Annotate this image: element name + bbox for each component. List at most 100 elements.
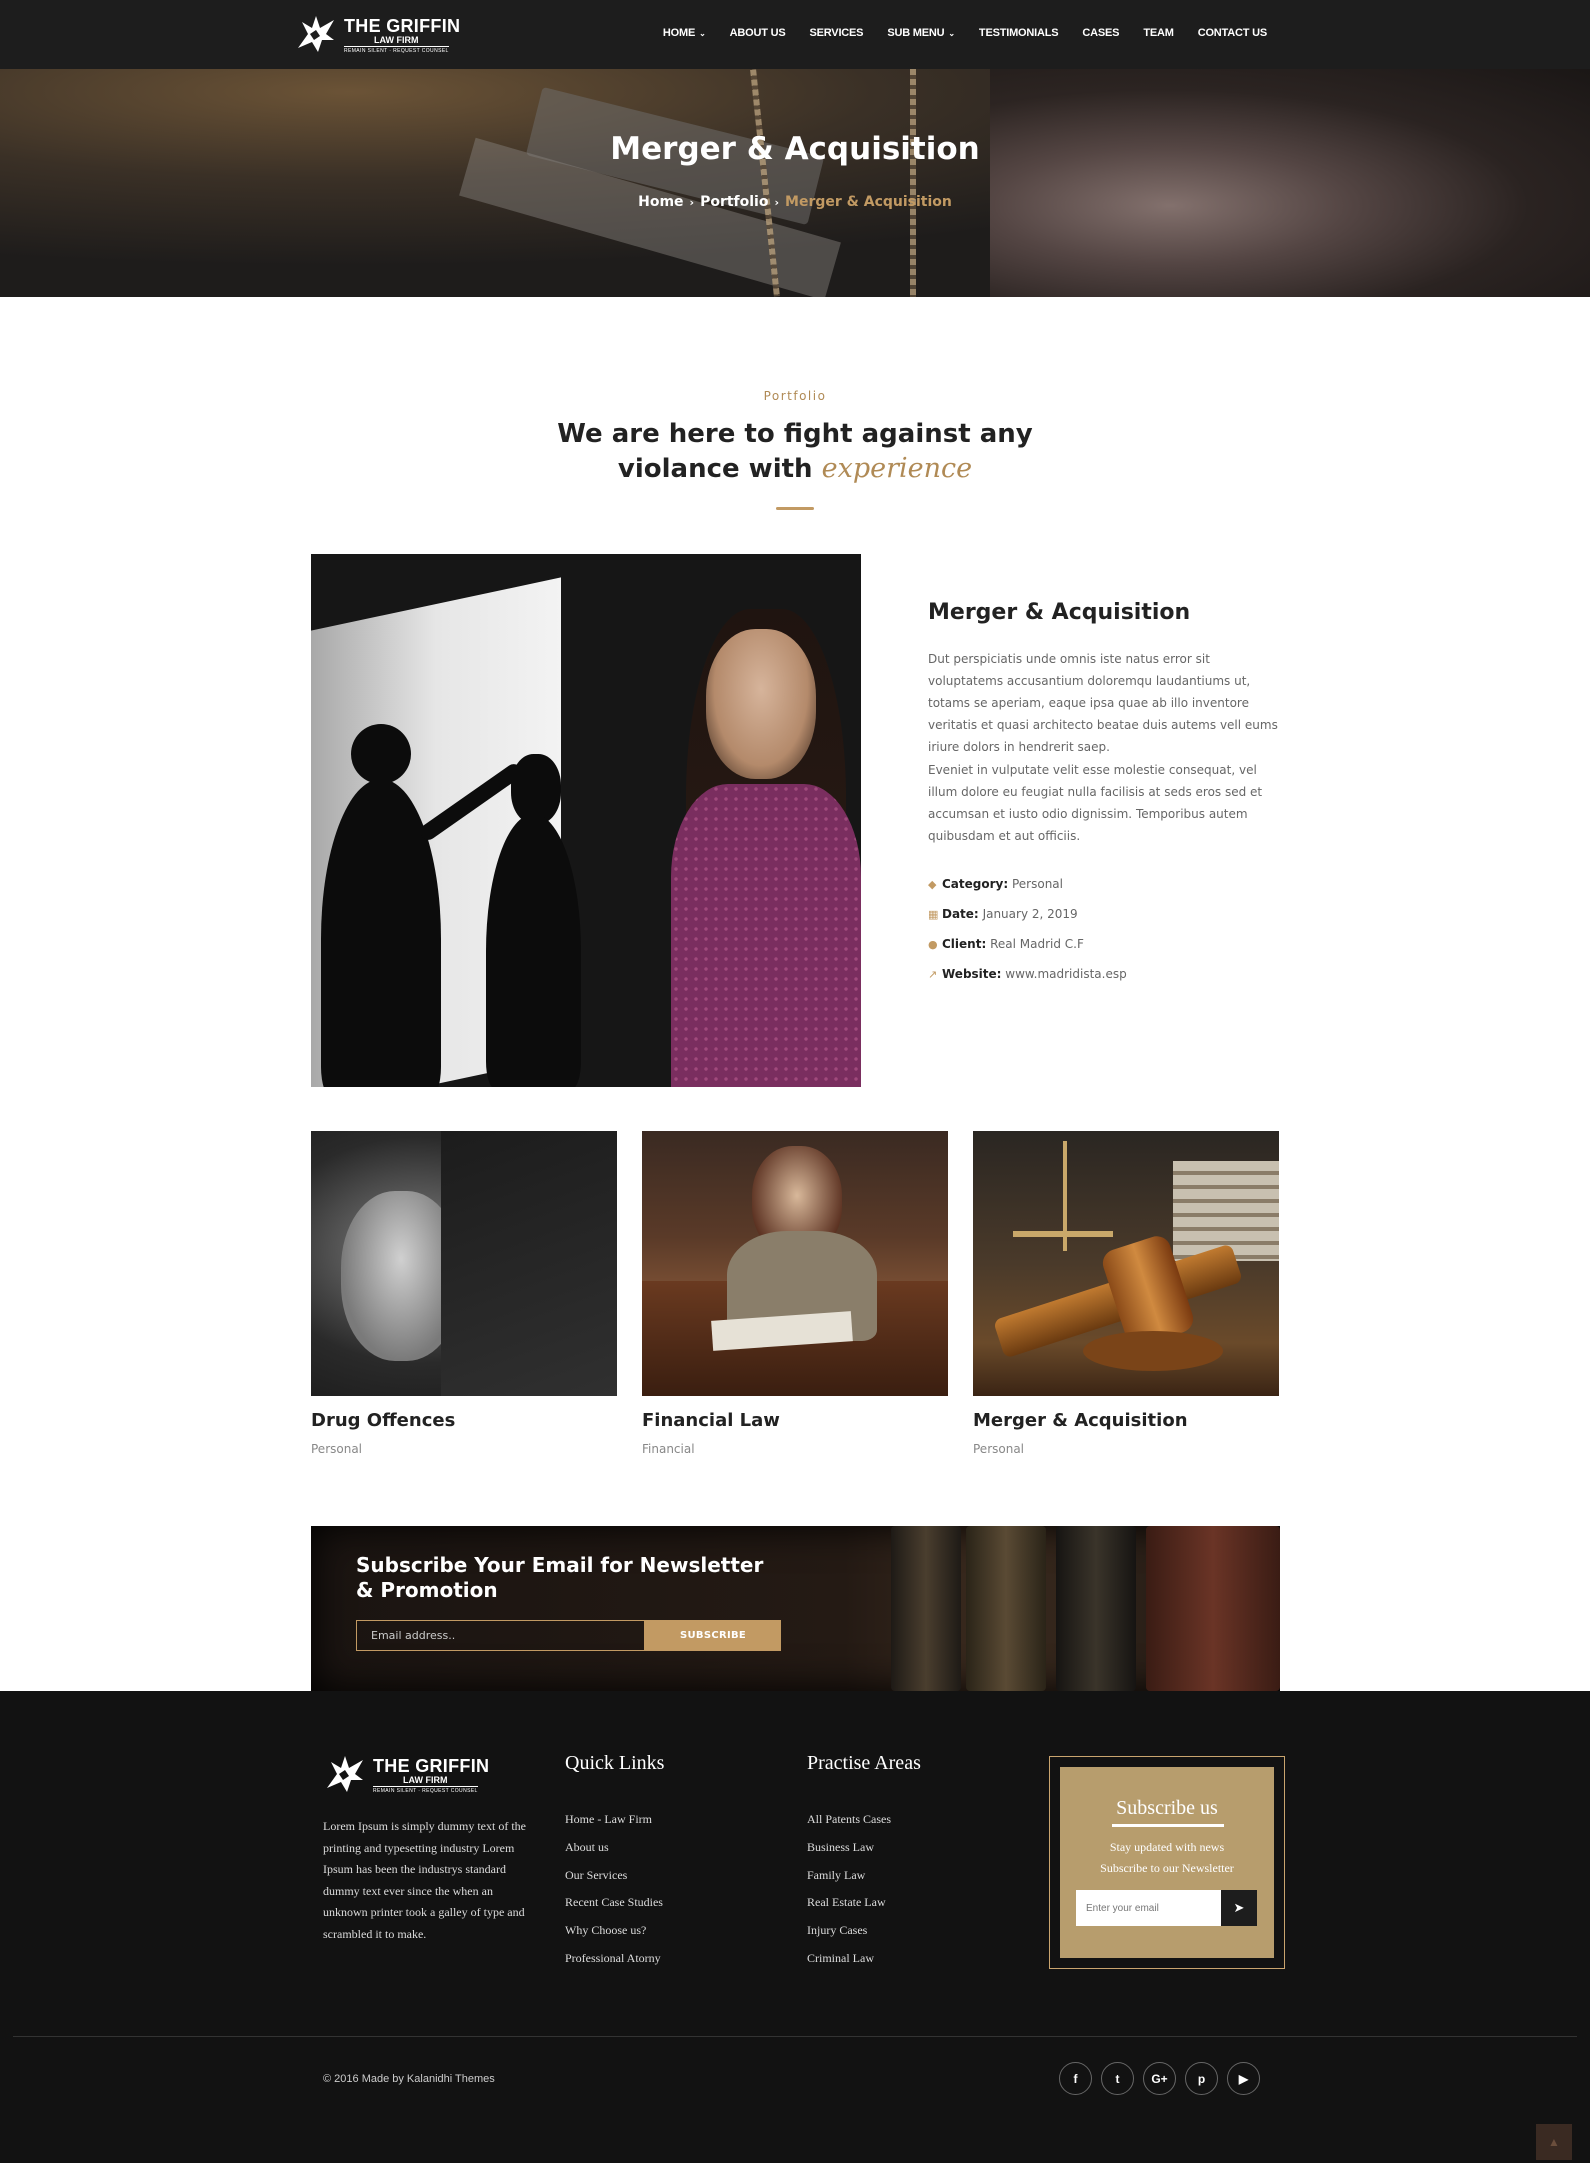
nav-label: SUB MENU	[887, 27, 945, 39]
footer-link[interactable]: Our Services	[565, 1868, 663, 1896]
meta-value: Real Madrid C.F	[990, 937, 1084, 951]
newsletter-title-line-1: Subscribe Your Email for Newsletter	[356, 1553, 764, 1577]
book-spine-shape	[1146, 1526, 1280, 1691]
portfolio-main-image	[311, 554, 861, 1087]
pinterest-icon[interactable]: p	[1185, 2062, 1218, 2095]
newsletter-email-input[interactable]: Email address..	[356, 1620, 645, 1651]
brand-subtitle: LAW FIRM	[374, 35, 419, 45]
meta-value: January 2, 2019	[982, 907, 1078, 921]
meta-label: Website:	[942, 967, 1002, 981]
subscribe-text: Stay updated with news Subscribe to our …	[1060, 1837, 1274, 1879]
card-image-financial-law[interactable]	[642, 1131, 948, 1396]
section-kicker: Portfolio	[763, 389, 827, 403]
gavel-block-shape	[1083, 1331, 1223, 1371]
nav-label: ABOUT US	[729, 27, 786, 39]
headline-line-1: We are here to fight against any	[557, 419, 1033, 449]
footer-email-input[interactable]: Enter your email	[1076, 1890, 1221, 1926]
quick-links-heading: Quick Links	[565, 1752, 665, 1774]
subscribe-title: Subscribe us	[1116, 1797, 1218, 1819]
footer-link[interactable]: Business Law	[807, 1840, 891, 1868]
brand-logo[interactable]: THE GRIFFIN LAW FIRM REMAIN SILENT · REQ…	[294, 12, 464, 58]
project-description-2: Eveniet in vulputate velit esse molestie…	[928, 763, 1263, 843]
card-category: Personal	[973, 1442, 1025, 1456]
card-category: Personal	[311, 1442, 363, 1456]
nav-about[interactable]: ABOUT US	[730, 27, 786, 39]
brand-title: THE GRIFFIN	[373, 1756, 490, 1776]
meta-label: Client:	[942, 937, 987, 951]
nav-submenu[interactable]: SUB MENU ⌄	[887, 27, 955, 39]
brand-title: THE GRIFFIN	[344, 16, 461, 36]
footer-link[interactable]: Injury Cases	[807, 1923, 891, 1951]
meta-category: ◆ Category: Personal	[928, 877, 1063, 891]
headline-accent: experience	[821, 453, 973, 484]
footer-link[interactable]: Professional Atorny	[565, 1951, 663, 1979]
card-title[interactable]: Merger & Acquisition	[973, 1410, 1188, 1431]
card-image-merger-acquisition[interactable]	[973, 1131, 1279, 1396]
twitter-icon[interactable]: t	[1101, 2062, 1134, 2095]
section-divider	[776, 507, 814, 510]
page-hero-banner: Merger & Acquisition Home › Portfolio › Merg…	[0, 69, 1590, 297]
site-footer	[0, 1691, 1590, 2163]
scale-chain-decoration	[910, 69, 916, 297]
nav-label: SERVICES	[809, 27, 864, 39]
nav-cases[interactable]: CASES	[1082, 27, 1119, 39]
headline-text: violance with	[617, 454, 813, 484]
footer-brand-logo[interactable]: THE GRIFFIN LAW FIRM REMAIN SILENT · REQ…	[323, 1752, 493, 1798]
girl-dress-shape	[671, 784, 861, 1087]
footer-link[interactable]: Why Choose us?	[565, 1923, 663, 1951]
chevron-right-icon: ›	[774, 196, 780, 209]
subscribe-text-line-2: Subscribe to our Newsletter	[1100, 1861, 1234, 1875]
brand-subtitle: LAW FIRM	[403, 1775, 448, 1785]
chevron-right-icon: ›	[689, 196, 695, 209]
headline-line-2: violance with experience	[0, 452, 1590, 487]
chevron-down-icon: ⌄	[948, 29, 955, 38]
griffin-logo-icon	[327, 1756, 363, 1792]
newsletter-title: Subscribe Your Email for Newsletter & Pr…	[356, 1553, 763, 1603]
breadcrumb-home[interactable]: Home	[638, 194, 683, 210]
footer-link[interactable]: Real Estate Law	[807, 1895, 891, 1923]
brand-tagline: REMAIN SILENT · REQUEST COUNSEL	[373, 1786, 478, 1794]
external-link-icon: ↗	[928, 968, 938, 981]
meta-value[interactable]: www.madridista.esp	[1005, 967, 1126, 981]
nav-services[interactable]: SERVICES	[809, 27, 863, 39]
quick-links-list: Home - Law Firm About us Our Services Re…	[565, 1812, 663, 1979]
nav-testimonials[interactable]: TESTIMONIALS	[979, 27, 1059, 39]
footer-subscribe-panel: Subscribe us Stay updated with news Subs…	[1060, 1767, 1274, 1958]
section-headline: We are here to fight against any violanc…	[0, 417, 1590, 487]
footer-link[interactable]: Family Law	[807, 1868, 891, 1896]
google-plus-icon[interactable]: G+	[1143, 2062, 1176, 2095]
footer-link[interactable]: Home - Law Firm	[565, 1812, 663, 1840]
subscribe-button[interactable]: SUBSCRIBE	[645, 1620, 781, 1651]
facebook-icon[interactable]: f	[1059, 2062, 1092, 2095]
nav-label: CASES	[1082, 27, 1120, 39]
book-spine-shape	[891, 1526, 961, 1691]
top-navbar: THE GRIFFIN LAW FIRM REMAIN SILENT · REQ…	[0, 0, 1590, 69]
nav-home[interactable]: HOME ⌄	[663, 27, 706, 39]
footer-link[interactable]: Recent Case Studies	[565, 1895, 663, 1923]
subscribe-text-line-1: Stay updated with news	[1109, 1840, 1225, 1854]
brand-tagline: REMAIN SILENT · REQUEST COUNSEL	[344, 46, 449, 54]
youtube-icon[interactable]: ▶	[1227, 2062, 1260, 2095]
card-title[interactable]: Drug Offences	[311, 1410, 455, 1431]
footer-about-text: Lorem Ipsum is simply dummy text of the …	[323, 1819, 526, 1941]
breadcrumb-portfolio[interactable]: Portfolio	[700, 194, 768, 210]
footer-link[interactable]: About us	[565, 1840, 663, 1868]
card-title[interactable]: Financial Law	[642, 1410, 780, 1431]
girl-face-shape	[706, 629, 816, 779]
user-icon: ●	[928, 938, 938, 951]
project-title: Merger & Acquisition	[928, 600, 1191, 625]
footer-link[interactable]: All Patents Cases	[807, 1812, 891, 1840]
breadcrumb: Home › Portfolio › Merger & Acquisition	[0, 194, 1590, 210]
footer-divider	[13, 2036, 1577, 2037]
back-to-top-icon[interactable]: ▲	[1536, 2124, 1572, 2160]
woman-silhouette-body	[486, 814, 581, 1087]
send-icon[interactable]: ➤	[1221, 1890, 1257, 1926]
man-silhouette-head	[351, 724, 411, 784]
card-image-drug-offences[interactable]	[311, 1131, 617, 1396]
book-spine-shape	[966, 1526, 1046, 1691]
nav-team[interactable]: TEAM	[1143, 27, 1174, 39]
justice-statue-image	[990, 69, 1590, 297]
footer-link[interactable]: Criminal Law	[807, 1951, 891, 1979]
calendar-icon: ▦	[928, 908, 939, 921]
nav-contact[interactable]: CONTACT US	[1198, 27, 1267, 39]
